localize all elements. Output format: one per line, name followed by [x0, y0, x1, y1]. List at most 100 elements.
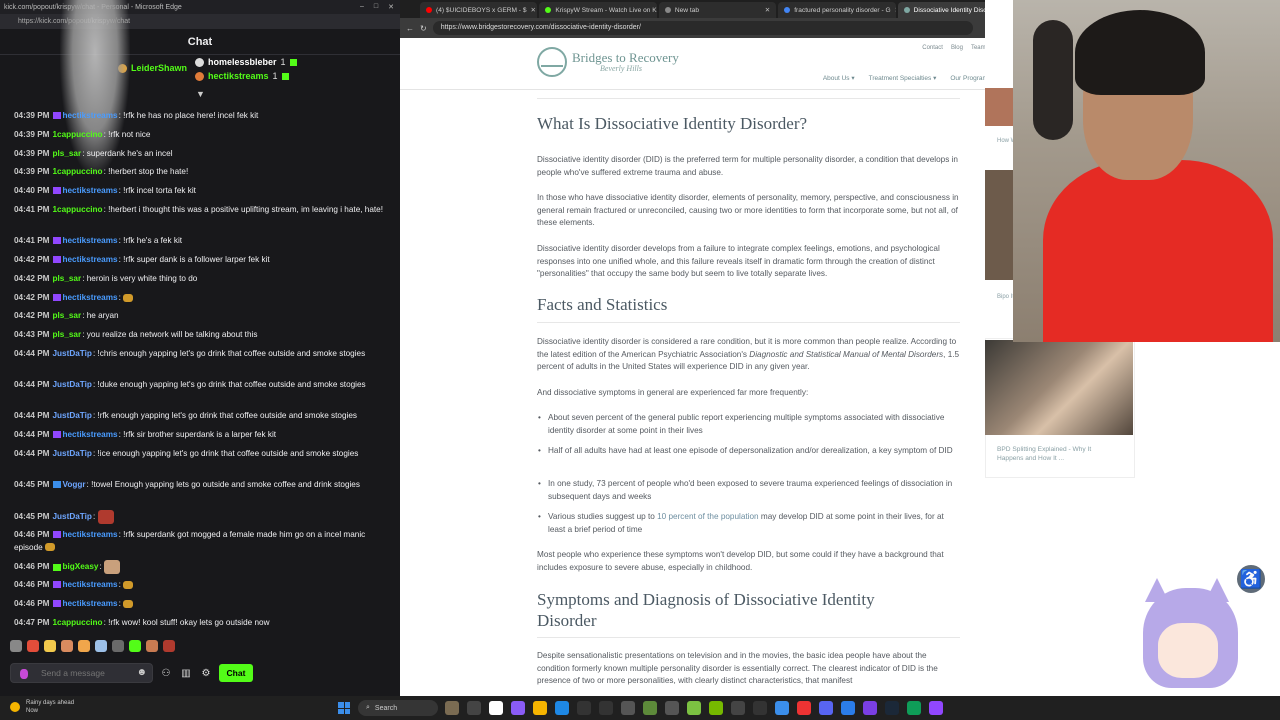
close-icon[interactable]: ✕ — [895, 6, 896, 14]
app-icon[interactable] — [841, 701, 855, 715]
population-link[interactable]: 10 percent of the population — [657, 512, 759, 521]
message-username[interactable]: JustDaTip — [53, 449, 92, 458]
message-username[interactable]: hectikstreams — [63, 580, 118, 589]
app-icon[interactable] — [863, 701, 877, 715]
gear-icon[interactable]: ⚙ — [199, 668, 213, 679]
message-username[interactable]: hectikstreams — [63, 293, 118, 302]
tab-youtube[interactable]: (4) $UICIDEBOYS x GERM - $ ✕ — [420, 2, 538, 18]
emote-icon[interactable] — [10, 640, 22, 652]
message-username[interactable]: hectikstreams — [63, 599, 118, 608]
app-icon[interactable] — [643, 701, 657, 715]
related-article-thumb[interactable] — [985, 88, 1013, 126]
message-time: 04:39 PM — [14, 130, 50, 139]
emote-icon[interactable] — [112, 640, 124, 652]
tab-new[interactable]: New tab ✕ — [658, 2, 777, 18]
app-icon[interactable] — [775, 701, 789, 715]
nav-about-us[interactable]: About Us ▾ — [823, 74, 855, 82]
nvidia-icon[interactable] — [709, 701, 723, 715]
people-icon[interactable]: ⚇ — [159, 668, 173, 679]
emote-icon[interactable] — [95, 640, 107, 652]
weather-widget[interactable]: Rainy days ahead Now — [10, 699, 74, 715]
app-icon[interactable] — [621, 701, 635, 715]
windows-start-icon[interactable] — [338, 702, 350, 714]
streamer-shirt — [1043, 160, 1273, 342]
file-explorer-icon[interactable] — [533, 701, 547, 715]
close-icon[interactable]: ✕ — [765, 6, 771, 14]
message-username[interactable]: Voggr — [63, 480, 86, 489]
discord-icon[interactable] — [819, 701, 833, 715]
maximize-icon[interactable]: □ — [374, 3, 378, 11]
message-username[interactable]: bigXeasy — [63, 562, 99, 571]
app-icon[interactable] — [445, 701, 459, 715]
related-article-thumb[interactable] — [985, 170, 1013, 280]
task-view-icon[interactable] — [467, 701, 481, 715]
message-username[interactable]: hectikstreams — [63, 186, 118, 195]
message-username[interactable]: 1cappuccino — [53, 130, 103, 139]
emote-icon[interactable] — [78, 640, 90, 652]
steam-icon[interactable] — [885, 701, 899, 715]
message-username[interactable]: hectikstreams — [63, 530, 118, 539]
tab-kick[interactable]: KrispyW Stream - Watch Live on K✕ — [539, 2, 657, 18]
team-link[interactable]: Team — [971, 45, 986, 52]
send-chat-button[interactable]: Chat — [219, 664, 253, 682]
message-username[interactable]: JustDaTip — [53, 411, 92, 420]
related-article-caption[interactable]: BPD Splitting Explained - Why It Happens… — [997, 446, 1119, 463]
chevron-down-icon[interactable]: ▼ — [196, 89, 205, 99]
back-icon[interactable]: ← — [406, 24, 414, 33]
message-username[interactable]: 1cappuccino — [53, 167, 103, 176]
emote-icon[interactable] — [44, 640, 56, 652]
message-username[interactable]: hectikstreams — [63, 255, 118, 264]
message-username[interactable]: JustDaTip — [53, 349, 92, 358]
verified-badge-icon — [52, 481, 61, 489]
message-username[interactable]: pls_sar — [53, 274, 82, 283]
message-username[interactable]: hectikstreams — [63, 111, 118, 120]
emoji-icon[interactable]: ☻ — [136, 667, 147, 678]
app-icon[interactable] — [511, 701, 525, 715]
message-username[interactable]: JustDaTip — [53, 380, 92, 389]
message-username[interactable]: pls_sar — [53, 149, 82, 158]
tab-google[interactable]: fractured personality disorder - G ✕ — [778, 2, 896, 18]
message-username[interactable]: hectikstreams — [63, 430, 118, 439]
chat-message: 04:41 PM 1cappuccino: !herbert i thought … — [14, 205, 384, 214]
store-icon[interactable]: ▥ — [179, 668, 193, 679]
app-icon[interactable] — [599, 701, 613, 715]
app-icon[interactable] — [577, 701, 591, 715]
close-icon[interactable]: ✕ — [388, 3, 394, 11]
message-username[interactable]: 1cappuccino — [53, 205, 103, 214]
app-icon[interactable] — [929, 701, 943, 715]
nav-treatment-specialties[interactable]: Treatment Specialties ▾ — [869, 74, 937, 82]
message-username[interactable]: hectikstreams — [63, 236, 118, 245]
edge-icon[interactable] — [907, 701, 921, 715]
gifter-item[interactable]: hectikstreams 1 — [195, 71, 289, 81]
message-username[interactable]: 1cappuccino — [53, 618, 103, 627]
emote-icon[interactable] — [146, 640, 158, 652]
gifter-item[interactable]: LeiderShawn — [118, 63, 187, 73]
heading-facts: Facts and Statistics — [537, 295, 668, 314]
app-icon[interactable] — [665, 701, 679, 715]
app-icon[interactable] — [687, 701, 701, 715]
app-icon[interactable] — [489, 701, 503, 715]
app-icon[interactable] — [731, 701, 745, 715]
edge-icon[interactable] — [555, 701, 569, 715]
emote-icon[interactable] — [61, 640, 73, 652]
gifter-item[interactable]: homelessbleber 1 — [195, 57, 297, 67]
message-username[interactable]: JustDaTip — [53, 512, 92, 521]
message-username[interactable]: pls_sar — [53, 330, 82, 339]
message-username[interactable]: pls_sar — [53, 311, 82, 320]
contact-link[interactable]: Contact — [922, 45, 943, 52]
taskbar-search[interactable]: ⌕ Search — [358, 700, 438, 716]
app-icon[interactable] — [753, 701, 767, 715]
emote-icon[interactable] — [27, 640, 39, 652]
blog-link[interactable]: Blog — [951, 45, 963, 52]
site-logo[interactable]: Bridges to Recovery Beverly Hills — [537, 47, 679, 77]
emote-icon[interactable] — [163, 640, 175, 652]
emote-icon[interactable] — [129, 640, 141, 652]
chat-message-input[interactable] — [10, 663, 153, 683]
message-text: !rfk he's a fek kit — [123, 236, 183, 245]
close-icon[interactable]: ✕ — [531, 6, 537, 14]
url-input[interactable] — [432, 21, 973, 35]
related-article-image[interactable] — [985, 340, 1133, 435]
minimize-icon[interactable]: – — [360, 3, 364, 11]
reload-icon[interactable]: ↻ — [420, 24, 427, 33]
app-icon[interactable] — [797, 701, 811, 715]
